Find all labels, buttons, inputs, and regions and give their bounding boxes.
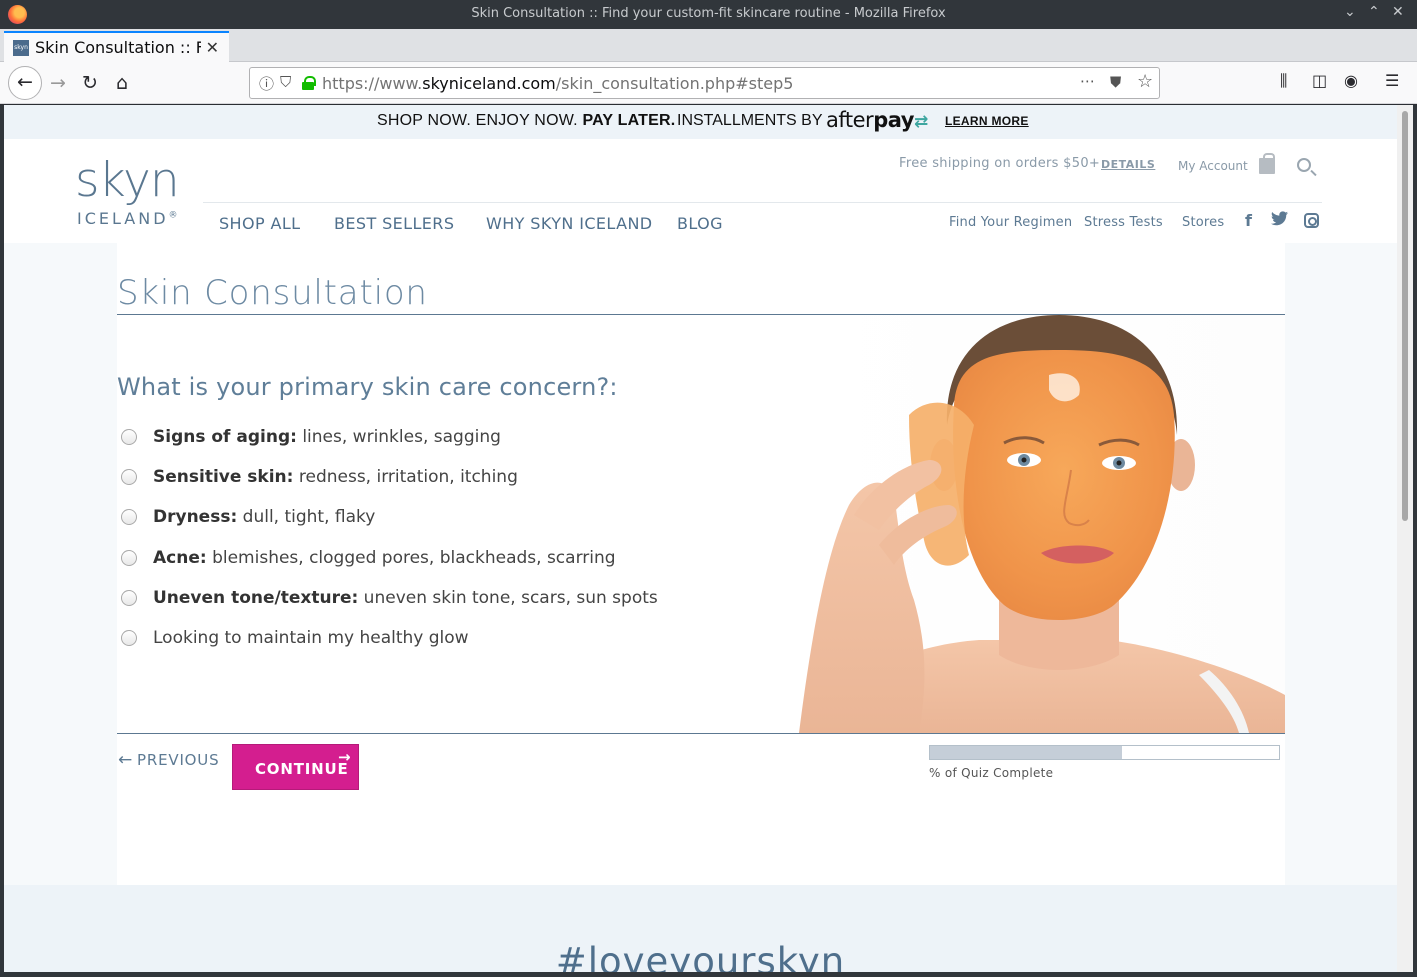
close-window-icon[interactable]: ✕: [1392, 4, 1404, 20]
promo-installments: INSTALLMENTS BY: [677, 112, 823, 129]
radio-button[interactable]: [121, 630, 137, 646]
option-label[interactable]: Uneven tone/texture: uneven skin tone, s…: [153, 588, 658, 608]
tab-title: Skin Consultation :: Find your custom-fi…: [35, 38, 201, 57]
minimize-chevron-icon[interactable]: ⌄: [1344, 4, 1356, 20]
face-mask-photo: [729, 315, 1285, 733]
nav-find-your-regimen[interactable]: Find Your Regimen: [949, 215, 1072, 230]
instagram-icon[interactable]: [1304, 213, 1319, 228]
page-viewport: SHOP NOW. ENJOY NOW. PAY LATER. INSTALLM…: [4, 105, 1397, 972]
url-text[interactable]: https://www.skyniceland.com/skin_consult…: [322, 74, 793, 93]
tab-bar: skyn Skin Consultation :: Find your cust…: [0, 29, 1417, 85]
learn-more-link[interactable]: LEARN MORE: [945, 114, 1029, 128]
nav-best-sellers[interactable]: BEST SELLERS: [334, 214, 454, 233]
quiz-question: What is your primary skin care concern?:: [117, 373, 618, 401]
quiz-progress-fill: [930, 746, 1122, 759]
window-border-right: [1413, 105, 1417, 977]
search-icon[interactable]: [1297, 158, 1311, 172]
forward-arrow-icon[interactable]: →: [44, 70, 72, 98]
page-scrollbar[interactable]: [1397, 105, 1413, 972]
quiz-progress-bar: [929, 745, 1280, 760]
library-icon[interactable]: ⫼: [1280, 71, 1287, 91]
logo-iceland[interactable]: ICELAND®: [77, 209, 178, 228]
shopping-bag-icon[interactable]: [1259, 153, 1275, 174]
info-icon[interactable]: ⓘ: [259, 73, 274, 94]
radio-button[interactable]: [121, 590, 137, 606]
bookmark-star-icon[interactable]: ☆: [1137, 71, 1153, 92]
free-shipping-text: Free shipping on orders $50+: [899, 156, 1101, 171]
maximize-chevron-icon[interactable]: ⌃: [1368, 4, 1380, 20]
navigation-toolbar: ← → ↻ ⌂ ⓘ ⛉ https://www.skyniceland.com/…: [0, 62, 1417, 104]
registered-mark-icon: ®: [168, 210, 178, 221]
back-arrow-icon[interactable]: ←: [8, 66, 42, 100]
option-label[interactable]: Signs of aging: lines, wrinkles, sagging: [153, 427, 501, 447]
promo-text: SHOP NOW. ENJOY NOW. PAY LATER.: [377, 112, 676, 129]
progress-label: % of Quiz Complete: [929, 766, 1054, 780]
radio-button[interactable]: [121, 550, 137, 566]
favicon-icon: skyn: [13, 40, 29, 56]
previous-button[interactable]: ← PREVIOUS: [118, 750, 219, 770]
reload-icon[interactable]: ↻: [76, 70, 104, 98]
nav-shop-all[interactable]: SHOP ALL: [219, 214, 301, 233]
continue-button[interactable]: CONTINUE →: [232, 744, 359, 790]
nav-stress-tests[interactable]: Stress Tests: [1084, 215, 1163, 230]
window-border-bottom: [0, 972, 1417, 977]
arrow-right-icon: →: [338, 748, 352, 766]
lock-icon: [302, 76, 316, 90]
twitter-icon[interactable]: [1271, 211, 1288, 230]
option-label[interactable]: Sensitive skin: redness, irritation, itc…: [153, 467, 518, 487]
shipping-details-link[interactable]: DETAILS: [1101, 158, 1155, 171]
scrollbar-thumb[interactable]: [1402, 111, 1408, 521]
afterpay-arrow-icon: ⇄: [913, 112, 928, 132]
url-bar[interactable]: ⓘ ⛉ https://www.skyniceland.com/skin_con…: [249, 67, 1160, 99]
radio-button[interactable]: [121, 469, 137, 485]
tracking-shield-icon[interactable]: ⛉: [280, 73, 291, 91]
arrow-left-icon: ←: [118, 750, 134, 770]
radio-button[interactable]: [121, 429, 137, 445]
tab-skin-consultation[interactable]: skyn Skin Consultation :: Find your cust…: [4, 31, 229, 62]
menu-icon[interactable]: ☰: [1385, 71, 1399, 90]
sidebar-icon[interactable]: ◫: [1312, 71, 1327, 90]
tab-close-icon[interactable]: ✕: [206, 38, 219, 57]
option-label[interactable]: Dryness: dull, tight, flaky: [153, 507, 375, 527]
home-icon[interactable]: ⌂: [108, 70, 136, 98]
nav-stores[interactable]: Stores: [1182, 215, 1224, 230]
facebook-icon[interactable]: f: [1245, 211, 1252, 230]
hashtag-heading: #loveyourskyn: [555, 940, 846, 972]
nav-why-skyn-iceland[interactable]: WHY SKYN ICELAND: [486, 214, 653, 233]
pocket-icon[interactable]: ⛊: [1110, 73, 1121, 91]
page-actions-icon[interactable]: ⋯: [1080, 72, 1095, 90]
account-icon[interactable]: ◉: [1344, 71, 1358, 90]
page-title: Skin Consultation: [117, 273, 428, 313]
header-divider: [203, 202, 1322, 203]
window-titlebar: Skin Consultation :: Find your custom-fi…: [0, 0, 1417, 29]
logo-skyn[interactable]: skyn: [75, 153, 180, 208]
option-label[interactable]: Acne: blemishes, clogged pores, blackhea…: [153, 548, 616, 568]
quiz-bottom-divider: [117, 733, 1285, 734]
my-account-link[interactable]: My Account: [1178, 159, 1248, 173]
afterpay-logo: afterpay⇄: [826, 108, 928, 132]
radio-button[interactable]: [121, 509, 137, 525]
site-header: skyn ICELAND® Free shipping on orders $5…: [4, 139, 1397, 243]
nav-blog[interactable]: BLOG: [677, 214, 723, 233]
promo-banner: SHOP NOW. ENJOY NOW. PAY LATER. INSTALLM…: [4, 105, 1397, 139]
window-title: Skin Consultation :: Find your custom-fi…: [471, 6, 946, 21]
option-label[interactable]: Looking to maintain my healthy glow: [153, 628, 469, 648]
